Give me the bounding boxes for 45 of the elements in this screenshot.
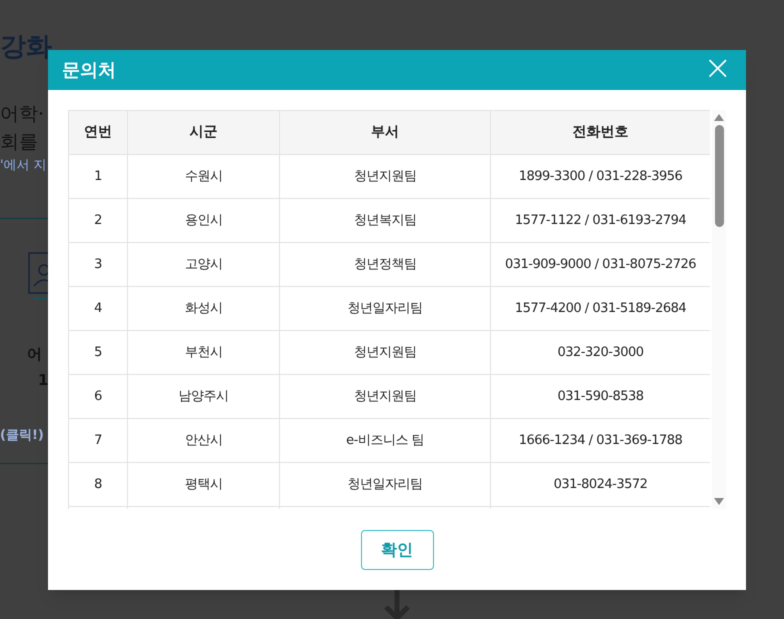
table-cell: 031-8024-3572 [491,463,710,506]
table-cell: 청년지원팀 [280,375,491,418]
table-cell: 청년지원팀 [280,331,491,374]
close-button[interactable]: × [704,51,732,89]
table-cell: 032-320-3000 [491,331,710,374]
scroll-thumb[interactable] [714,125,724,227]
table-cell: 청년복지팀 [280,199,491,242]
table-cell: 031-590-8538 [491,375,710,418]
scrollbar[interactable] [712,110,726,509]
confirm-button[interactable]: 확인 [360,530,434,570]
table-cell: 용인시 [128,199,280,242]
card-link[interactable]: (클릭!) [0,426,44,446]
table-cell: 고양시 [128,243,280,286]
table-cell: 청년일자리팀 [280,463,491,506]
table-cell: 6 [69,375,128,418]
table-cell: 청년일자리팀 [280,287,491,330]
table-cell: 남양주시 [128,375,280,418]
column-header: 연번 [69,111,128,154]
table-cell: 청년정책팀 [280,243,491,286]
table-cell: 1577-4200 / 031-5189-2684 [491,287,710,330]
column-header: 시군 [128,111,280,154]
table-cell: 1 [69,155,128,198]
table-cell: 3 [69,243,128,286]
table-cell: 2 [69,199,128,242]
table-cell: 청년지원팀 [280,155,491,198]
table-cell: 031-909-9000 / 031-8075-2726 [491,243,710,286]
table-cell: 7 [69,419,128,462]
table-cell: 안산시 [128,419,280,462]
table-cell: 부천시 [128,331,280,374]
column-header: 부서 [280,111,491,154]
table-cell: 화성시 [128,287,280,330]
table-cell: 수원시 [128,155,280,198]
dialog-title: 문의처 [62,58,116,82]
scroll-up-icon[interactable] [714,114,724,121]
scroll-down-icon[interactable] [714,498,724,505]
intro-link[interactable]: '에서 지 [0,156,47,176]
table-cell: 1899-3300 / 031-228-3956 [491,155,710,198]
column-header: 전화번호 [491,111,710,154]
table-cell: 8 [69,463,128,506]
table-cell: 4 [69,287,128,330]
table-cell: 1577-1122 / 031-6193-2794 [491,199,710,242]
table-cell: e-비즈니스 팀 [280,419,491,462]
table-cell: 5 [69,331,128,374]
table-cell: 1666-1234 / 031-369-1788 [491,419,710,462]
table-cell: 평택시 [128,463,280,506]
